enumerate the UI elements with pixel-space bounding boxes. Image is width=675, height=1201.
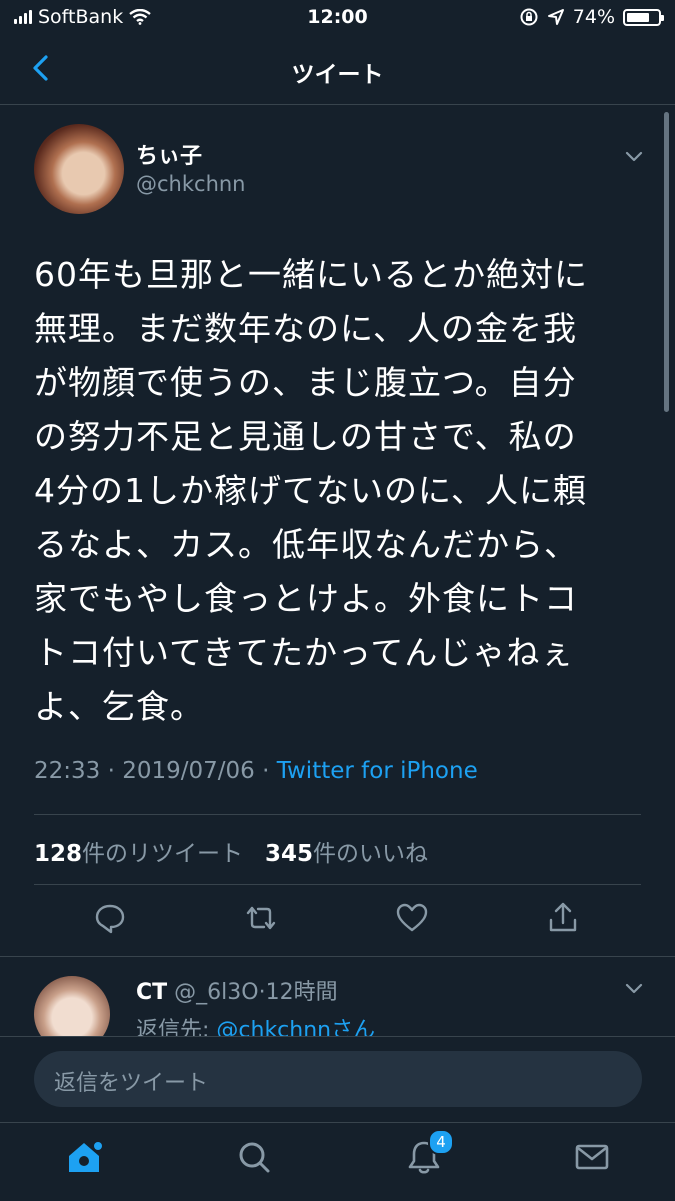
- like-stat[interactable]: 345件のいいね: [265, 841, 428, 867]
- reply-header: CT @_6l3O·12時間: [136, 974, 338, 1006]
- meta-separator: ·: [100, 758, 123, 784]
- battery-percent: 74%: [572, 6, 615, 28]
- reply-age: 12時間: [265, 980, 338, 1005]
- tweet-date: 2019/07/06: [122, 758, 255, 784]
- reply-author-name[interactable]: CT: [136, 980, 167, 1005]
- status-bar: SoftBank 12:00 74%: [0, 0, 675, 36]
- author-avatar[interactable]: [34, 124, 124, 214]
- page-title: ツイート: [291, 62, 384, 88]
- tweet-stats: 128件のリツイート 345件のいいね: [34, 834, 428, 868]
- notifications-tab[interactable]: 4: [404, 1129, 454, 1177]
- author-name[interactable]: ちぃ子: [136, 138, 202, 170]
- location-icon: [547, 9, 564, 25]
- battery-level: [627, 12, 650, 22]
- retweet-icon[interactable]: [239, 896, 283, 940]
- tweet-time: 22:33: [34, 758, 101, 784]
- nav-header: ツイート: [0, 36, 675, 105]
- retweet-stat[interactable]: 128件のリツイート: [34, 841, 243, 867]
- author-handle[interactable]: @chkchnn: [136, 172, 246, 196]
- battery-icon: [623, 8, 664, 26]
- reply-separator: ·: [258, 980, 266, 1005]
- like-count: 345: [264, 841, 313, 867]
- like-label: 件のいいね: [312, 841, 428, 867]
- divider: [34, 814, 641, 815]
- meta-separator: ·: [254, 758, 277, 784]
- retweet-count: 128: [34, 841, 83, 867]
- compose-bar: 返信をツイート: [0, 1036, 675, 1123]
- like-icon[interactable]: [390, 896, 434, 940]
- reply-author-handle[interactable]: @_6l3O: [174, 980, 258, 1005]
- reply-input[interactable]: 返信をツイート: [34, 1051, 642, 1107]
- chevron-down-icon[interactable]: [622, 144, 646, 168]
- chevron-down-icon[interactable]: [622, 976, 646, 1000]
- tweet-source-link[interactable]: Twitter for iPhone: [277, 758, 478, 784]
- rotation-lock-icon: [520, 8, 538, 26]
- divider: [34, 884, 641, 885]
- notifications-badge: 4: [428, 1129, 454, 1155]
- search-icon[interactable]: [234, 1137, 274, 1177]
- retweet-label: 件のリツイート: [82, 841, 244, 867]
- tweet-meta: 22:33 · 2019/07/06 · Twitter for iPhone: [34, 758, 478, 784]
- tab-bar: 4: [0, 1122, 675, 1201]
- home-icon[interactable]: [64, 1137, 104, 1177]
- reply-icon[interactable]: [88, 896, 132, 940]
- divider: [0, 956, 675, 957]
- mail-icon[interactable]: [572, 1137, 612, 1177]
- share-icon[interactable]: [541, 896, 585, 940]
- tweet-text: 60年も旦那と一緒にいるとか絶対に 無理。まだ数年なのに、人の金を我 が物顔で使…: [34, 255, 588, 726]
- tweet-actions: [0, 896, 675, 948]
- status-right: 74%: [519, 6, 664, 28]
- scrollbar[interactable]: [664, 112, 669, 412]
